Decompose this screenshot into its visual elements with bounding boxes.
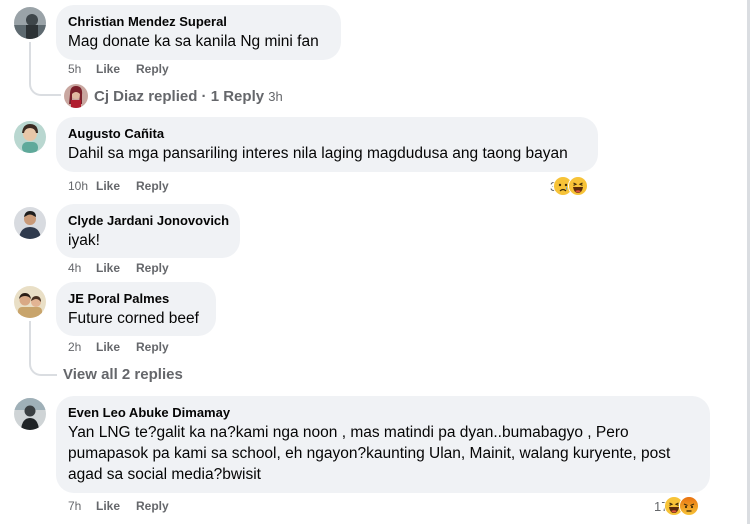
avatar[interactable] (14, 7, 46, 39)
reply-button[interactable]: Reply (136, 62, 169, 76)
comment-bubble: Even Leo Abuke Dimamay Yan LNG te?galit … (56, 396, 710, 493)
reply-button[interactable]: Reply (136, 179, 169, 193)
comment-actions: 5h Like Reply (68, 62, 185, 76)
comment-bubble: Augusto Cañita Dahil sa mga pansariling … (56, 117, 598, 172)
comment-actions: 4h Like Reply (68, 261, 185, 275)
like-button[interactable]: Like (96, 179, 120, 193)
reply-separator: · (201, 88, 207, 105)
comment-text-line: agad sa social media?bwisit (68, 466, 261, 483)
comment-text: iyak! (68, 232, 100, 249)
view-replies-link[interactable]: View all 2 replies (63, 366, 183, 384)
comment-author[interactable]: Christian Mendez Superal (68, 13, 329, 30)
comment-author[interactable]: Even Leo Abuke Dimamay (68, 404, 698, 421)
comment-text-line: Yan LNG te?galit ka na?kami nga noon , m… (68, 424, 629, 441)
reply-button[interactable]: Reply (136, 499, 169, 513)
comment-text-line: pumapasok pa kami sa school, eh ngayon?k… (68, 445, 671, 462)
comment-text: Mag donate ka sa kanila Ng mini fan (68, 33, 319, 50)
avatar[interactable] (14, 207, 46, 239)
comment-bubble: JE Poral Palmes Future corned beef (56, 282, 216, 336)
comment-bubble: Clyde Jardani Jonovovich iyak! (56, 204, 240, 258)
replier-name[interactable]: Cj Diaz (94, 88, 144, 105)
comment-time[interactable]: 4h (68, 261, 96, 275)
thread-connector (29, 350, 57, 376)
reply-button[interactable]: Reply (136, 261, 169, 275)
reply-button[interactable]: Reply (136, 340, 169, 354)
reaction-summary[interactable]: 17 (654, 496, 700, 516)
replier-avatar[interactable] (64, 84, 88, 108)
comment-time[interactable]: 5h (68, 62, 96, 76)
comment-text: Dahil sa mga pansariling interes nila la… (68, 145, 568, 162)
haha-reaction-icon (568, 176, 589, 196)
comment-author[interactable]: Clyde Jardani Jonovovich (68, 212, 229, 229)
comment-actions: 2h Like Reply (68, 340, 185, 354)
reply-summary[interactable]: Cj Diaz replied · 1 Reply 3h (94, 88, 283, 106)
view-replies-label[interactable]: View all 2 replies (63, 366, 183, 383)
comment-actions: 10h Like Reply (68, 179, 185, 193)
like-button[interactable]: Like (96, 62, 120, 76)
comment-actions: 7h Like Reply (68, 499, 185, 513)
reply-time: 3h (268, 89, 283, 104)
like-button[interactable]: Like (96, 499, 120, 513)
reaction-summary[interactable]: 3 (550, 176, 589, 196)
comment-time[interactable]: 2h (68, 340, 96, 354)
comment-author[interactable]: Augusto Cañita (68, 125, 586, 142)
reply-action[interactable]: replied (148, 88, 197, 105)
thread-connector (29, 70, 61, 96)
angry-reaction-icon (679, 496, 700, 516)
comment-author[interactable]: JE Poral Palmes (68, 290, 204, 307)
comment-bubble: Christian Mendez Superal Mag donate ka s… (56, 5, 341, 60)
reply-count[interactable]: 1 Reply (211, 88, 264, 105)
comment-time[interactable]: 10h (68, 179, 96, 193)
comment-text: Future corned beef (68, 310, 199, 327)
avatar[interactable] (14, 121, 46, 153)
comment-time[interactable]: 7h (68, 499, 96, 513)
like-button[interactable]: Like (96, 261, 120, 275)
like-button[interactable]: Like (96, 340, 120, 354)
avatar[interactable] (14, 286, 46, 318)
avatar[interactable] (14, 398, 46, 430)
